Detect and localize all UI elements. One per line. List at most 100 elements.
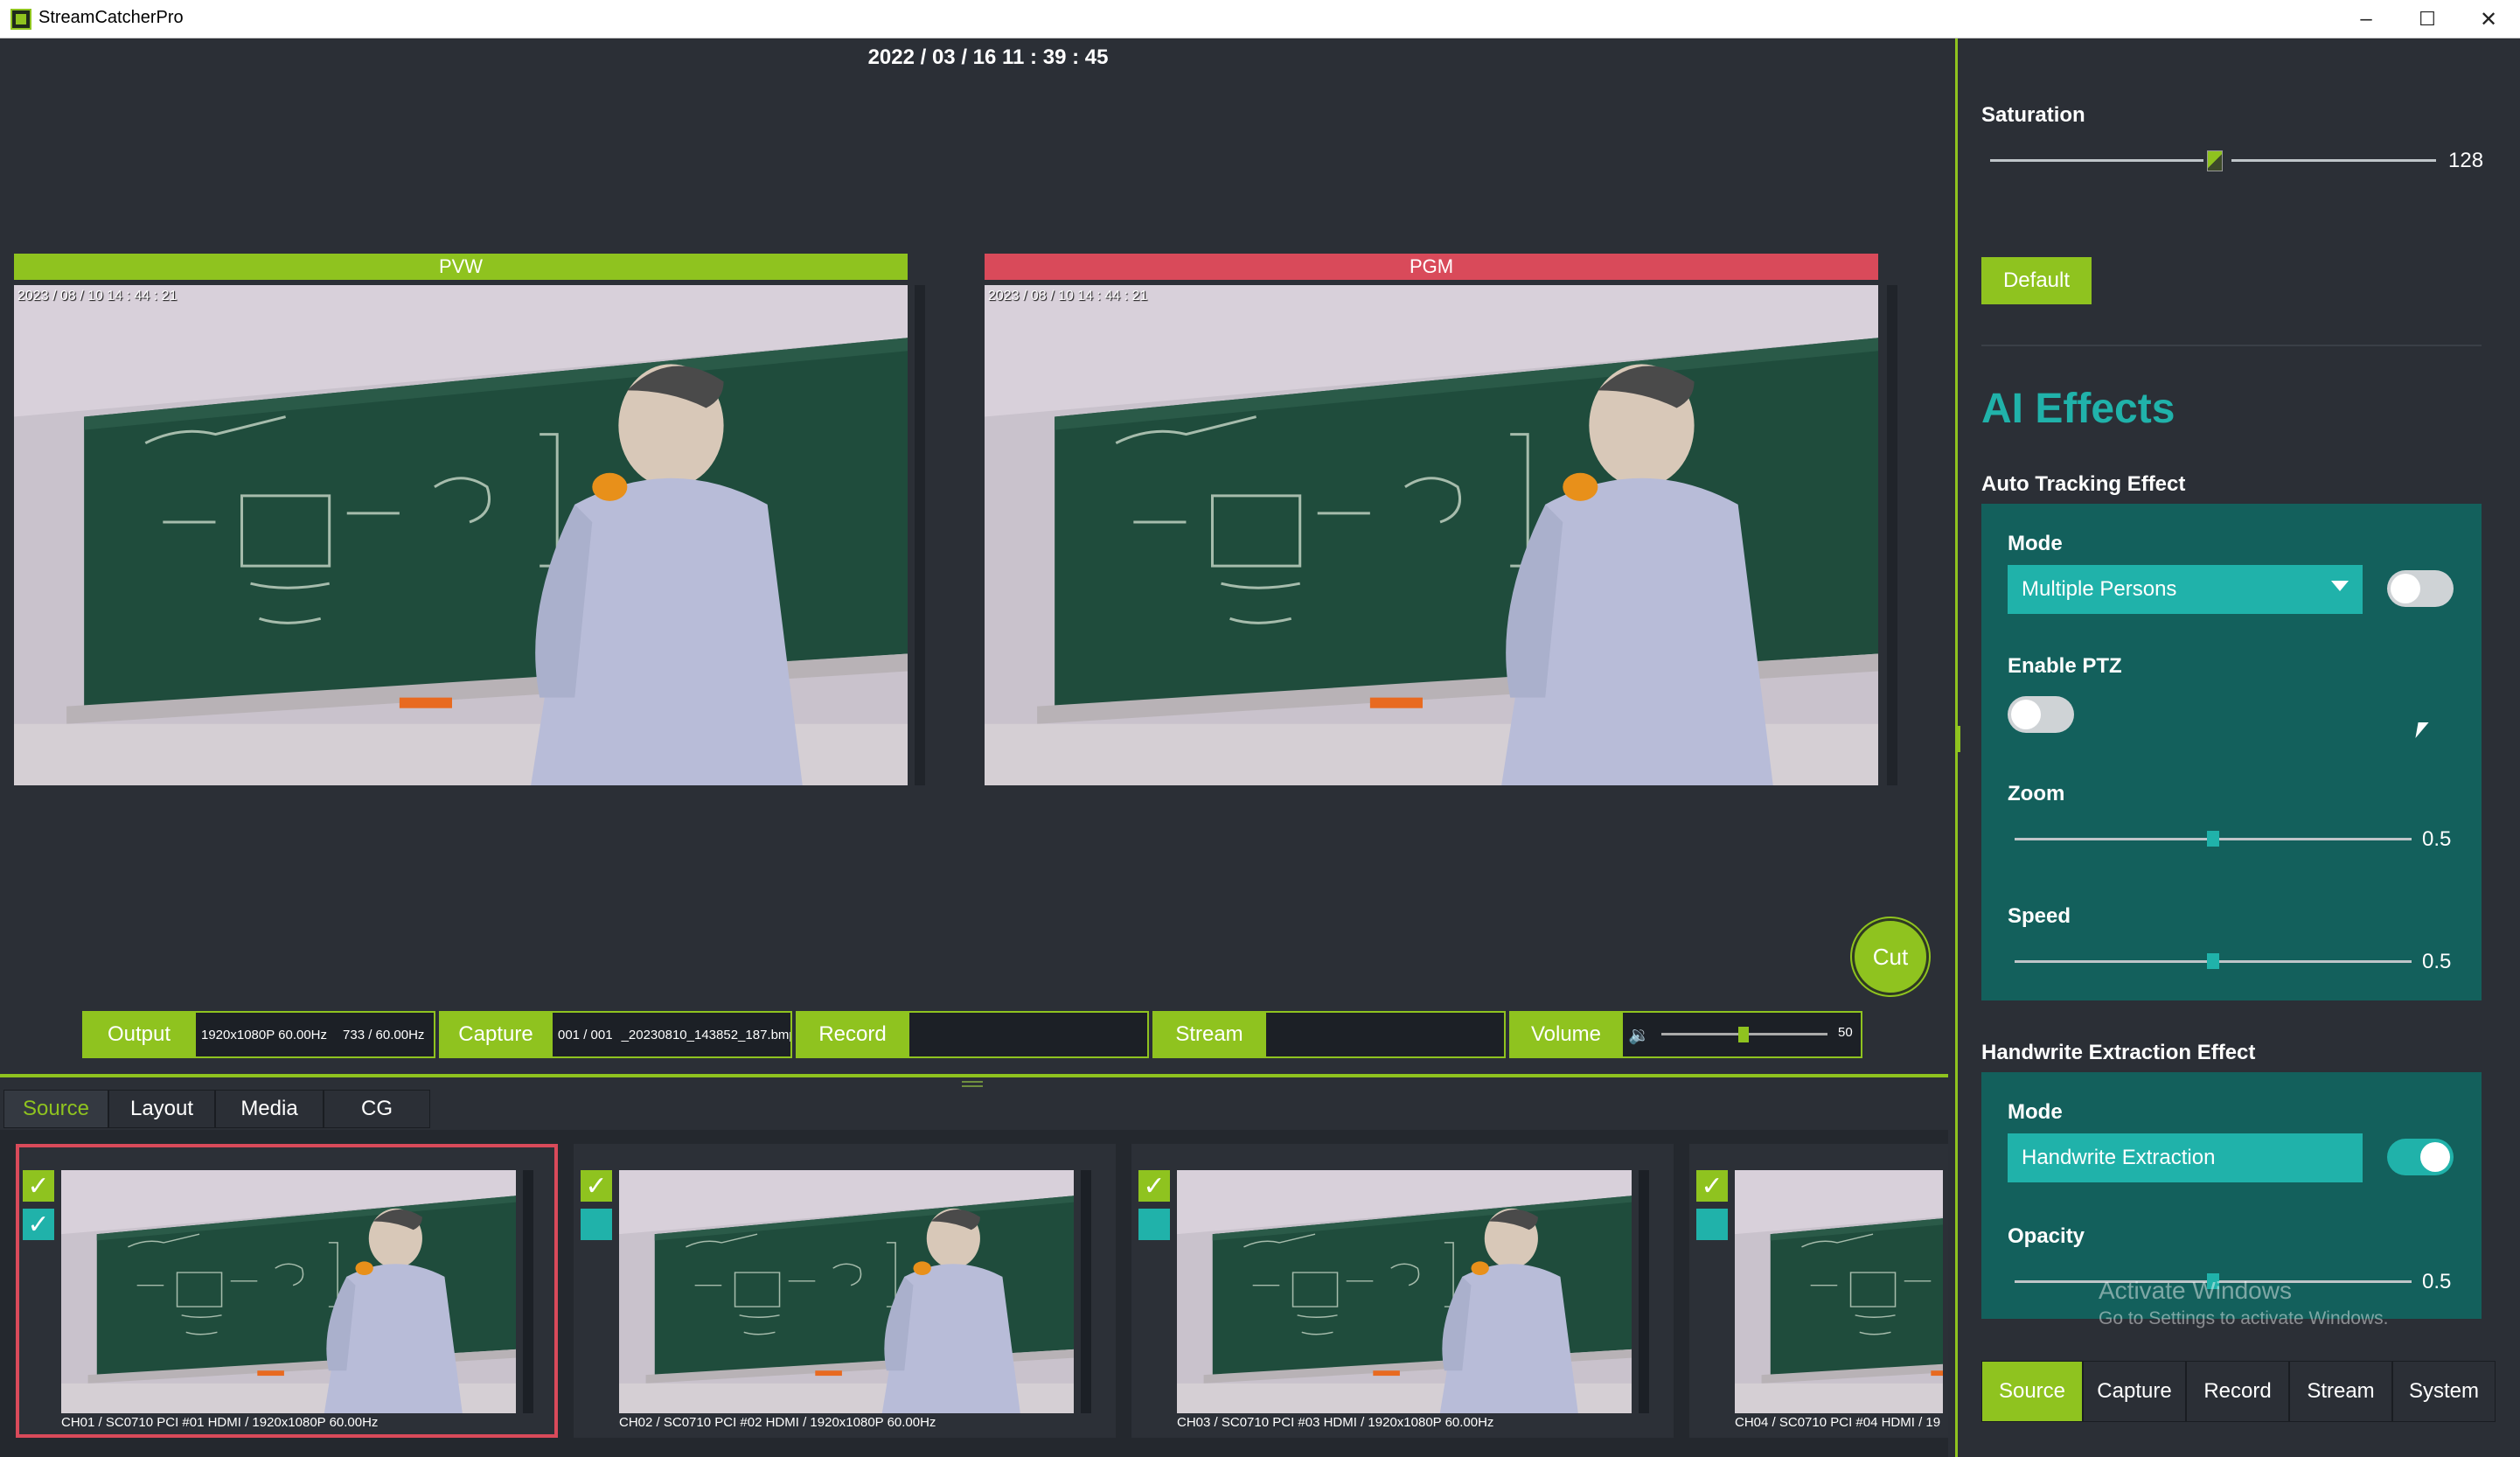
enable-ptz-toggle[interactable] xyxy=(2008,696,2074,733)
maximize-button[interactable]: ☐ xyxy=(2401,3,2454,35)
toggle-knob xyxy=(2011,700,2041,729)
source-thumbnail-image xyxy=(1177,1170,1632,1413)
source-thumbnail[interactable] xyxy=(1177,1170,1632,1413)
activate-windows-watermark: Activate Windows xyxy=(2099,1277,2292,1304)
source-thumbnail-image xyxy=(619,1170,1074,1413)
handwrite-mode-value: Handwrite Extraction xyxy=(2022,1146,2216,1169)
speed-slider-thumb[interactable] xyxy=(2207,953,2219,969)
source-thumbnail[interactable] xyxy=(1735,1170,1943,1413)
source-label: CH03 / SC0710 PCI #03 HDMI / 1920x1080P … xyxy=(1177,1415,1494,1430)
output-button[interactable]: Output xyxy=(82,1011,196,1058)
minimize-button[interactable]: – xyxy=(2340,3,2392,35)
capture-info: 001 / 001 _20230810_143852_187.bmp xyxy=(551,1011,792,1058)
close-button[interactable]: ✕ xyxy=(2462,3,2515,35)
enable-ptz-label: Enable PTZ xyxy=(2008,654,2122,678)
maximize-icon: ☐ xyxy=(2419,8,2436,30)
pvw-timestamp: 2023 / 08 / 10 14 : 44 : 21 xyxy=(17,289,178,303)
zoom-value: 0.5 xyxy=(2422,827,2452,851)
output-resolution: 1920x1080P 60.00Hz xyxy=(201,1027,328,1042)
toggle-knob xyxy=(2420,1142,2450,1172)
pgm-timestamp: 2023 / 08 / 10 14 : 44 : 21 xyxy=(988,289,1148,303)
source-audio-meter xyxy=(1639,1170,1649,1413)
speed-label: Speed xyxy=(2008,904,2071,928)
pgm-audio-meter xyxy=(1887,285,1897,785)
source-label: CH01 / SC0710 PCI #01 HDMI / 1920x1080P … xyxy=(61,1415,379,1430)
output-info: 1920x1080P 60.00Hz 733 / 60.00Hz xyxy=(194,1011,435,1058)
source-pvw-check-icon[interactable]: ✓ xyxy=(581,1170,612,1202)
source-pgm-check-icon[interactable]: ✓ xyxy=(23,1209,54,1240)
source-label: CH04 / SC0710 PCI #04 HDMI / 19 xyxy=(1735,1415,1941,1430)
source-thumbnail-image xyxy=(1735,1170,1943,1413)
stream-button[interactable]: Stream xyxy=(1152,1011,1266,1058)
title-bar xyxy=(0,0,2520,38)
pgm-monitor[interactable]: 2023 / 08 / 10 14 : 44 : 21 xyxy=(985,285,1878,785)
source-pvw-check-icon[interactable]: ✓ xyxy=(1696,1170,1728,1202)
source-thumbnail[interactable] xyxy=(619,1170,1074,1413)
handwrite-enable-toggle[interactable] xyxy=(2387,1139,2454,1175)
source-pgm-check-box[interactable] xyxy=(581,1209,612,1240)
app-icon xyxy=(10,9,31,30)
chevron-down-icon xyxy=(2331,581,2349,591)
close-icon: ✕ xyxy=(2479,7,2498,31)
stream-info xyxy=(1264,1011,1506,1058)
tracking-mode-dropdown[interactable]: Multiple Persons xyxy=(2008,565,2363,614)
tracking-mode-value: Multiple Persons xyxy=(2022,577,2177,601)
zoom-slider-thumb[interactable] xyxy=(2207,831,2219,847)
auto-tracking-title: Auto Tracking Effect xyxy=(1981,472,2186,496)
saturation-label: Saturation xyxy=(1981,103,2085,127)
source-label: CH02 / SC0710 PCI #02 HDMI / 1920x1080P … xyxy=(619,1415,936,1430)
capture-button[interactable]: Capture xyxy=(439,1011,553,1058)
speed-value: 0.5 xyxy=(2422,950,2452,973)
pgm-label: PGM xyxy=(985,254,1878,280)
rtab-capture[interactable]: Capture xyxy=(2083,1361,2186,1422)
rtab-source[interactable]: Source xyxy=(1981,1361,2083,1422)
volume-value: 50 xyxy=(1838,1025,1853,1040)
activate-windows-subtitle: Go to Settings to activate Windows. xyxy=(2099,1308,2389,1328)
splitter-grip-icon[interactable] xyxy=(962,1081,983,1083)
tab-layout[interactable]: Layout xyxy=(108,1090,215,1128)
capture-file: _20230810_143852_187.bmp xyxy=(621,1027,792,1042)
volume-slider-thumb[interactable] xyxy=(1738,1027,1749,1042)
saturation-value: 128 xyxy=(2448,149,2484,172)
zoom-label: Zoom xyxy=(2008,782,2065,805)
source-thumbnail-image xyxy=(61,1170,516,1413)
saturation-slider-thumb[interactable] xyxy=(2207,150,2223,171)
toggle-knob xyxy=(2391,574,2420,603)
speaker-icon[interactable]: 🔉 xyxy=(1628,1024,1650,1046)
source-pgm-check-box[interactable] xyxy=(1696,1209,1728,1240)
handwrite-mode-dropdown[interactable]: Handwrite Extraction xyxy=(2008,1133,2363,1182)
pvw-video-frame xyxy=(14,285,908,785)
rtab-system[interactable]: System xyxy=(2392,1361,2496,1422)
volume-button[interactable]: Volume xyxy=(1509,1011,1623,1058)
capture-count: 001 / 001 xyxy=(558,1027,613,1042)
pgm-video-frame xyxy=(985,285,1878,785)
datetime-display: 2022 / 03 / 16 11 : 39 : 45 xyxy=(867,45,1109,69)
horizontal-splitter[interactable] xyxy=(0,1074,1948,1077)
tab-media[interactable]: Media xyxy=(215,1090,324,1128)
source-pgm-check-box[interactable] xyxy=(1138,1209,1170,1240)
rtab-record[interactable]: Record xyxy=(2186,1361,2289,1422)
handwrite-mode-label: Mode xyxy=(2008,1100,2063,1124)
pvw-label: PVW xyxy=(14,254,908,280)
source-pvw-check-icon[interactable]: ✓ xyxy=(1138,1170,1170,1202)
source-thumbnail[interactable] xyxy=(61,1170,516,1413)
rtab-stream[interactable]: Stream xyxy=(2289,1361,2392,1422)
section-divider xyxy=(1981,345,2482,346)
source-audio-meter xyxy=(523,1170,533,1413)
tracking-mode-label: Mode xyxy=(2008,532,2063,555)
tab-source[interactable]: Source xyxy=(3,1090,108,1128)
default-button[interactable]: Default xyxy=(1981,257,2092,304)
tab-cg[interactable]: CG xyxy=(324,1090,430,1128)
opacity-value: 0.5 xyxy=(2422,1270,2452,1293)
opacity-label: Opacity xyxy=(2008,1224,2085,1248)
pvw-audio-meter xyxy=(915,285,925,785)
window-title: StreamCatcherPro xyxy=(38,8,184,27)
pvw-monitor[interactable]: 2023 / 08 / 10 14 : 44 : 21 xyxy=(14,285,908,785)
source-pvw-check-icon[interactable]: ✓ xyxy=(23,1170,54,1202)
record-button[interactable]: Record xyxy=(796,1011,909,1058)
vertical-splitter-grip-icon[interactable] xyxy=(1957,726,1960,752)
cut-button[interactable]: Cut xyxy=(1852,918,1929,995)
tracking-enable-toggle[interactable] xyxy=(2387,570,2454,607)
output-frames: 733 / 60.00Hz xyxy=(343,1027,425,1042)
handwrite-title: Handwrite Extraction Effect xyxy=(1981,1041,2256,1064)
